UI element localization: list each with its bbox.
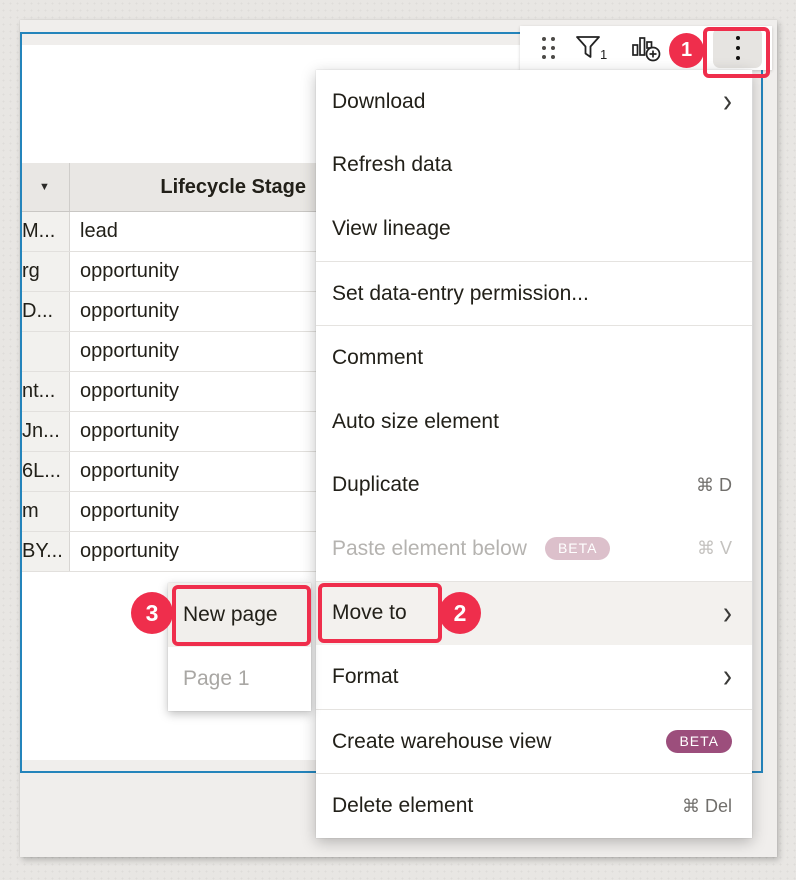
table-cell-id[interactable]: D... — [20, 292, 70, 331]
chevron-right-icon: › — [723, 597, 732, 631]
table-cell-lifecycle-stage[interactable]: opportunity — [70, 532, 316, 571]
table-row: m opportunity — [20, 492, 316, 532]
element-toolbar: 1 — [520, 26, 772, 70]
workbook-screen: ▼ Lifecycle Stage M... lead rg opportuni… — [0, 0, 796, 880]
table-cell-id[interactable]: m — [20, 492, 70, 531]
table-row: D... opportunity — [20, 292, 316, 332]
submenu-item-new-page[interactable]: New page — [168, 583, 311, 647]
menu-item-refresh-data[interactable]: Refresh data — [316, 134, 752, 198]
table-cell-id[interactable]: rg — [20, 252, 70, 291]
table-row: Jn... opportunity — [20, 412, 316, 452]
menu-item-duplicate[interactable]: Duplicate ⌘ D — [316, 453, 752, 517]
table-row: BY... opportunity — [20, 532, 316, 572]
table-cell-id[interactable]: Jn... — [20, 412, 70, 451]
annotation-badge-1: 1 — [669, 33, 704, 68]
column-menu-cell[interactable]: ▼ — [20, 163, 70, 211]
menu-item-download[interactable]: Download › — [316, 70, 752, 134]
beta-badge: BETA — [545, 537, 611, 560]
drag-handle-icon[interactable] — [542, 37, 555, 59]
table-cell-lifecycle-stage[interactable]: opportunity — [70, 252, 316, 291]
table-cell-lifecycle-stage[interactable]: opportunity — [70, 292, 316, 331]
column-header-lifecycle-stage[interactable]: Lifecycle Stage — [70, 176, 316, 199]
table-header-row: ▼ Lifecycle Stage — [20, 163, 316, 212]
menu-item-view-lineage[interactable]: View lineage — [316, 197, 752, 261]
shortcut-delete: ⌘ Del — [682, 796, 732, 817]
move-to-submenu: New page Page 1 — [168, 583, 311, 711]
svg-text:1: 1 — [600, 47, 607, 62]
chevron-right-icon: › — [723, 85, 732, 119]
kebab-icon — [736, 36, 740, 40]
element-context-menu: Download › Refresh data View lineage Set… — [316, 70, 752, 838]
annotation-badge-2: 2 — [439, 592, 481, 634]
filter-funnel-icon: 1 — [573, 33, 609, 63]
table-cell-id[interactable]: nt... — [20, 372, 70, 411]
submenu-item-page-1[interactable]: Page 1 — [168, 647, 311, 711]
table-cell-lifecycle-stage[interactable]: opportunity — [70, 452, 316, 491]
add-chart-icon — [630, 32, 664, 64]
menu-item-auto-size-element[interactable]: Auto size element — [316, 390, 752, 454]
shortcut-duplicate: ⌘ D — [696, 475, 732, 496]
table-row: 6L... opportunity — [20, 452, 316, 492]
beta-badge: BETA — [666, 730, 732, 753]
menu-item-move-to[interactable]: Move to › — [316, 582, 752, 646]
menu-item-comment[interactable]: Comment — [316, 326, 752, 390]
annotation-badge-3: 3 — [131, 592, 173, 634]
menu-item-paste-element-below: Paste element below BETA ⌘ V — [316, 517, 752, 581]
column-dropdown-arrow-icon[interactable]: ▼ — [39, 181, 50, 193]
table-cell-lifecycle-stage[interactable]: lead — [70, 212, 316, 251]
table-row: nt... opportunity — [20, 372, 316, 412]
table-cell-id[interactable]: BY... — [20, 532, 70, 571]
filter-button[interactable]: 1 — [571, 32, 611, 64]
chevron-right-icon: › — [723, 660, 732, 694]
table-row: rg opportunity — [20, 252, 316, 292]
data-table: ▼ Lifecycle Stage M... lead rg opportuni… — [20, 163, 316, 572]
table-row: M... lead — [20, 212, 316, 252]
table-cell-id[interactable]: 6L... — [20, 452, 70, 491]
table-cell-lifecycle-stage[interactable]: opportunity — [70, 372, 316, 411]
table-cell-lifecycle-stage[interactable]: opportunity — [70, 492, 316, 531]
table-cell-id[interactable]: M... — [20, 212, 70, 251]
create-child-element-button[interactable] — [627, 32, 667, 64]
menu-item-delete-element[interactable]: Delete element ⌘ Del — [316, 774, 752, 838]
table-cell-id[interactable] — [20, 332, 70, 371]
shortcut-paste: ⌘ V — [697, 538, 732, 559]
table-cell-lifecycle-stage[interactable]: opportunity — [70, 332, 316, 371]
table-row: opportunity — [20, 332, 316, 372]
menu-item-format[interactable]: Format › — [316, 645, 752, 709]
table-cell-lifecycle-stage[interactable]: opportunity — [70, 412, 316, 451]
menu-item-set-data-entry-permission[interactable]: Set data-entry permission... — [316, 262, 752, 326]
more-options-button[interactable] — [713, 28, 762, 68]
menu-item-create-warehouse-view[interactable]: Create warehouse view BETA — [316, 710, 752, 774]
